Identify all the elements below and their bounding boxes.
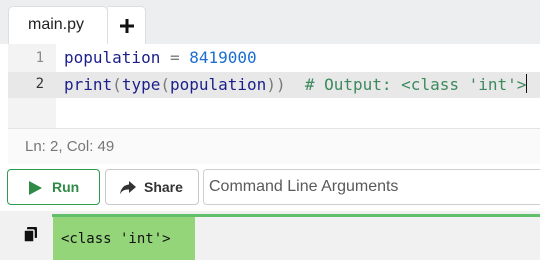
text-cursor <box>526 74 528 93</box>
code-text: population = 8419000 <box>64 48 257 67</box>
cursor-position: Ln: 2, Col: 49 <box>25 138 115 155</box>
share-arrow-icon <box>120 181 136 195</box>
line-number: 2 <box>35 76 44 92</box>
tab-label: main.py <box>28 16 85 33</box>
code-token-op: = <box>160 48 190 67</box>
share-button-label: Share <box>144 179 183 195</box>
copy-icon[interactable] <box>24 227 37 242</box>
code-token-op: ( <box>160 75 170 94</box>
editor-status-bar: Ln: 2, Col: 49 <box>8 128 540 164</box>
code-token-plain: population <box>169 75 267 94</box>
code-line-active[interactable]: 2 print(type(population)) # Output: <cla… <box>8 72 540 98</box>
code-line[interactable]: 1 population = 8419000 <box>8 46 540 72</box>
command-line-arguments-input[interactable] <box>203 169 540 205</box>
code-token-plain: population <box>64 48 161 67</box>
add-tab-button[interactable] <box>108 6 146 44</box>
tab-bar: main.py <box>0 0 540 44</box>
code-token-op: ( <box>112 75 122 94</box>
code-token-num: 8419000 <box>189 48 257 67</box>
code-token-op: )) <box>266 75 286 94</box>
program-output: <class 'int'> <box>53 217 195 260</box>
code-token-plain: print <box>64 75 113 94</box>
code-token-plain: type <box>121 75 161 94</box>
run-button[interactable]: Run <box>7 169 100 205</box>
code-token-comment: # Output: <class 'int'> <box>285 75 527 94</box>
run-button-label: Run <box>52 179 80 195</box>
play-icon <box>29 181 42 195</box>
line-number: 1 <box>35 50 44 66</box>
share-button[interactable]: Share <box>105 169 199 205</box>
output-text: <class 'int'> <box>61 231 171 247</box>
plus-icon <box>120 19 134 33</box>
output-panel: <class 'int'> <box>0 211 540 260</box>
code-text: print(type(population)) # Output: <class… <box>64 74 528 94</box>
tab-main-py[interactable]: main.py <box>8 6 108 44</box>
